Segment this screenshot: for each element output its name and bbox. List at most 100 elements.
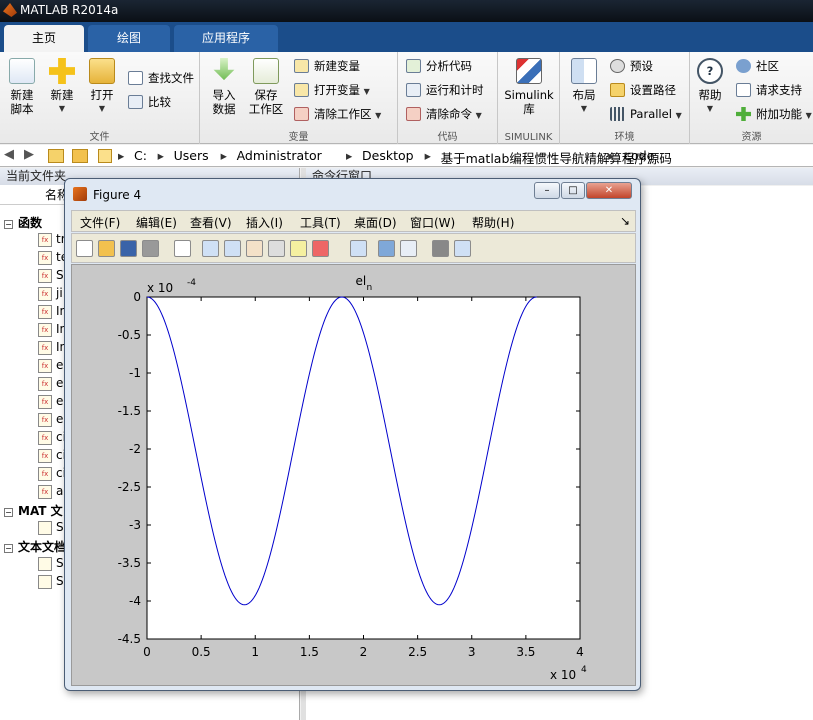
rotate-icon[interactable] bbox=[268, 240, 285, 257]
breadcrumb-arrow-icon[interactable]: ▸ bbox=[221, 148, 227, 163]
maximize-button[interactable]: □ bbox=[561, 182, 585, 199]
new-variable-button[interactable]: 新建变量 bbox=[294, 56, 360, 76]
x-tick-label: 1 bbox=[251, 645, 259, 659]
file-group[interactable]: − MAT 文 bbox=[4, 502, 63, 519]
analyze-code-button[interactable]: 分析代码 bbox=[406, 56, 472, 76]
figure-menu-item[interactable]: 桌面(D) bbox=[354, 214, 397, 231]
close-button[interactable]: ✕ bbox=[586, 182, 632, 199]
breadcrumb-item[interactable]: C: bbox=[134, 148, 147, 163]
import-data-button[interactable]: 导入 数据 bbox=[202, 56, 246, 116]
forward-arrow-icon[interactable]: ▶ bbox=[24, 147, 34, 162]
figure-canvas: 0 0.5 1 1.5 2 2.5 3 3.5 4 0 -0.5 -1 -1.5 -2 -2.5 -3 -3.5… bbox=[71, 264, 636, 686]
open-button[interactable]: 打开 ▼ bbox=[80, 56, 124, 116]
function-file-icon: fx bbox=[38, 269, 52, 283]
figure-menu-item[interactable]: 工具(T) bbox=[300, 214, 341, 231]
set-path-button[interactable]: 设置路径 bbox=[610, 80, 676, 100]
file-name[interactable]: a bbox=[56, 484, 63, 498]
simulink-library-button[interactable]: Simulink 库 bbox=[502, 56, 556, 116]
tab-home[interactable]: 主页 bbox=[4, 25, 84, 52]
breadcrumb-item[interactable]: code bbox=[624, 148, 654, 163]
save-workspace-button[interactable]: 保存 工作区 bbox=[244, 56, 288, 116]
file-group[interactable]: − 文本文档 bbox=[4, 538, 66, 555]
breadcrumb-arrow-icon[interactable]: ▸ bbox=[608, 148, 614, 163]
y-tick-label: -4.5 bbox=[118, 632, 141, 646]
zoom-out-icon[interactable] bbox=[224, 240, 241, 257]
chart-title-subscript: n bbox=[367, 283, 373, 293]
file-group-label: 函数 bbox=[18, 216, 43, 230]
up-folder-icon[interactable] bbox=[48, 149, 64, 163]
breadcrumb-arrow-icon[interactable]: ▸ bbox=[346, 148, 352, 163]
pan-icon[interactable] bbox=[246, 240, 263, 257]
figure-menu-item[interactable]: 窗口(W) bbox=[410, 214, 455, 231]
file-name[interactable]: e bbox=[56, 394, 63, 408]
breadcrumb-arrow-icon[interactable]: ▸ bbox=[158, 148, 164, 163]
collapse-icon[interactable]: − bbox=[4, 544, 13, 553]
file-name[interactable]: S bbox=[56, 268, 64, 282]
new-script-button[interactable]: 新建 脚本 bbox=[0, 56, 44, 116]
find-files-button[interactable]: 查找文件 bbox=[128, 68, 194, 88]
dock-arrow-icon[interactable]: ↘ bbox=[620, 214, 630, 228]
minimize-button[interactable]: – bbox=[534, 182, 560, 199]
function-file-icon: fx bbox=[38, 287, 52, 301]
hide-tools-icon[interactable] bbox=[432, 240, 449, 257]
collapse-icon[interactable]: − bbox=[4, 220, 13, 229]
community-button[interactable]: 社区 bbox=[736, 56, 779, 76]
breadcrumb-item[interactable]: Administrator bbox=[237, 148, 322, 163]
file-name[interactable]: e bbox=[56, 412, 63, 426]
pointer-icon[interactable] bbox=[174, 240, 191, 257]
new-figure-icon[interactable] bbox=[76, 240, 93, 257]
file-name[interactable]: e bbox=[56, 376, 63, 390]
title-bar: MATLAB R2014a bbox=[0, 0, 813, 22]
help-button[interactable]: ? 帮助 ▼ bbox=[690, 56, 730, 116]
tab-apps[interactable]: 应用程序 bbox=[174, 25, 278, 52]
help-icon: ? bbox=[697, 58, 723, 84]
collapse-icon[interactable]: − bbox=[4, 508, 13, 517]
file-name[interactable]: S bbox=[56, 520, 64, 534]
open-icon[interactable] bbox=[98, 240, 115, 257]
back-arrow-icon[interactable]: ◀ bbox=[4, 147, 14, 162]
breadcrumb-item[interactable]: Users bbox=[174, 148, 209, 163]
data-cursor-icon[interactable] bbox=[290, 240, 307, 257]
y-tick-label: -3.5 bbox=[118, 556, 141, 570]
clear-commands-button[interactable]: 清除命令 ▼ bbox=[406, 104, 482, 124]
breadcrumb-arrow-icon[interactable]: ▸ bbox=[118, 148, 124, 163]
legend-icon[interactable] bbox=[400, 240, 417, 257]
browse-folder-icon[interactable] bbox=[72, 149, 88, 163]
figure-window[interactable]: Figure 4 – □ ✕ 文件(F) 编辑(E) 查看(V) 插入(I) 工具(T)… bbox=[64, 178, 641, 691]
file-name[interactable]: e bbox=[56, 358, 63, 372]
figure-menu-item[interactable]: 编辑(E) bbox=[136, 214, 177, 231]
figure-menu-item[interactable]: 插入(I) bbox=[246, 214, 283, 231]
compare-button[interactable]: 比较 bbox=[128, 92, 171, 112]
show-tools-icon[interactable] bbox=[454, 240, 471, 257]
figure-menu-item[interactable]: 文件(F) bbox=[80, 214, 120, 231]
colorbar-icon[interactable] bbox=[378, 240, 395, 257]
file-name[interactable]: ji bbox=[56, 286, 63, 300]
layout-button[interactable]: 布局 ▼ bbox=[562, 56, 606, 116]
figure-menu-item[interactable]: 帮助(H) bbox=[472, 214, 514, 231]
file-group[interactable]: − 函数 bbox=[4, 214, 42, 231]
ribbon-section-simulink: Simulink 库 SIMULINK bbox=[498, 52, 560, 144]
file-name[interactable]: S bbox=[56, 556, 64, 570]
file-name[interactable]: S bbox=[56, 574, 64, 588]
tab-plots[interactable]: 绘图 bbox=[88, 25, 170, 52]
breadcrumb-item[interactable]: Desktop bbox=[362, 148, 414, 163]
zoom-in-icon[interactable] bbox=[202, 240, 219, 257]
link-icon[interactable] bbox=[350, 240, 367, 257]
open-variable-button[interactable]: 打开变量 ▼ bbox=[294, 80, 370, 100]
add-ons-button[interactable]: 附加功能 ▼ bbox=[736, 104, 812, 124]
print-icon[interactable] bbox=[142, 240, 159, 257]
set-path-icon bbox=[610, 83, 625, 97]
new-button[interactable]: 新建 ▼ bbox=[40, 56, 84, 116]
save-icon[interactable] bbox=[120, 240, 137, 257]
parallel-button[interactable]: Parallel ▼ bbox=[610, 104, 682, 124]
figure-menu-item[interactable]: 查看(V) bbox=[190, 214, 232, 231]
breadcrumb-arrow-icon[interactable]: ▸ bbox=[425, 148, 431, 163]
preferences-button[interactable]: 预设 bbox=[610, 56, 653, 76]
ribbon-section-resources: ? 帮助 ▼ 社区 请求支持 附加功能 ▼ 资源 bbox=[690, 52, 813, 144]
text-file-icon bbox=[38, 557, 52, 571]
request-support-button[interactable]: 请求支持 bbox=[736, 80, 802, 100]
run-and-time-button[interactable]: 运行和计时 bbox=[406, 80, 484, 100]
brush-icon[interactable] bbox=[312, 240, 329, 257]
y-tick-label: 0 bbox=[133, 290, 141, 304]
clear-workspace-button[interactable]: 清除工作区 ▼ bbox=[294, 104, 381, 124]
